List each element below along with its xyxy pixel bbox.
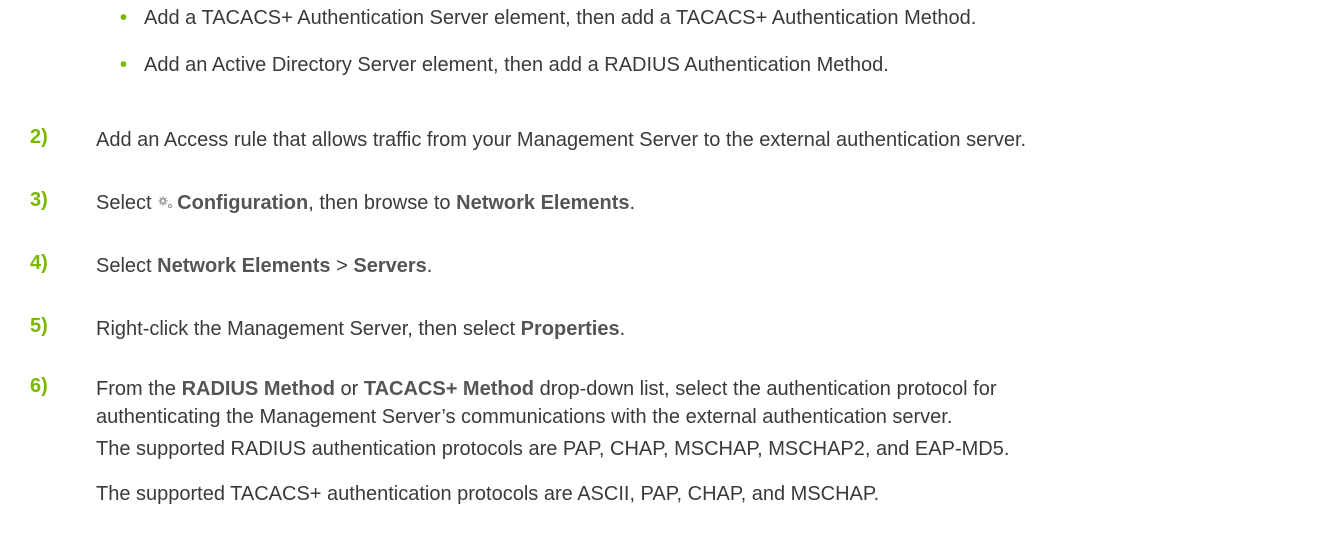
step-text: . [619, 318, 626, 340]
step-number: 3) [30, 189, 48, 211]
ui-label-tacacs-method: TACACS+ Method [363, 378, 535, 400]
bullet-dot: • [120, 7, 128, 29]
step-text: Select [96, 192, 152, 215]
bullet-dot: • [120, 54, 128, 76]
step-text: Add an Access rule that allows traffic f… [96, 129, 1027, 151]
gear-icon [157, 189, 173, 217]
ui-label-radius-method: RADIUS Method [181, 378, 335, 400]
step-text: . [426, 255, 433, 277]
ui-label-network-elements: Network Elements [157, 255, 331, 277]
step-number: 4) [30, 252, 48, 274]
path-separator: > [336, 255, 348, 277]
step-body: Add an Access rule that allows traffic f… [96, 126, 1306, 154]
step-text: , then browse to [308, 192, 451, 215]
step-text: Right-click the Management Server, then … [96, 318, 516, 340]
ui-label-network-elements: Network Elements [456, 192, 630, 215]
step-body: From the RADIUS Method or TACACS+ Method… [96, 375, 1306, 431]
step-number: 6) [30, 375, 48, 397]
step-text: or [340, 378, 359, 400]
step-number: 5) [30, 315, 48, 337]
step-text: . [629, 192, 636, 215]
note-tacacs-protocols: The supported TACACS+ authentication pro… [96, 483, 880, 505]
step-text: Select [96, 255, 152, 277]
step-text: From the [96, 378, 177, 400]
bullet-text: Add a TACACS+ Authentication Server elem… [144, 7, 977, 29]
step-body: Select Network Elements > Servers. [96, 252, 1306, 280]
step-body: Select Configuration, then browse to Net… [96, 189, 1306, 219]
step-number: 2) [30, 126, 48, 148]
note-radius-protocols: The supported RADIUS authentication prot… [96, 438, 1010, 460]
step-body: Right-click the Management Server, then … [96, 315, 1306, 343]
ui-label-servers: Servers [353, 255, 427, 277]
step-text: drop-down list, select the authenticatio… [539, 378, 997, 400]
step-text: authenticating the Management Server’s c… [96, 406, 953, 428]
bullet-text: Add an Active Directory Server element, … [144, 54, 889, 76]
ui-label-properties: Properties [520, 318, 620, 340]
ui-label-configuration: Configuration [177, 192, 309, 215]
